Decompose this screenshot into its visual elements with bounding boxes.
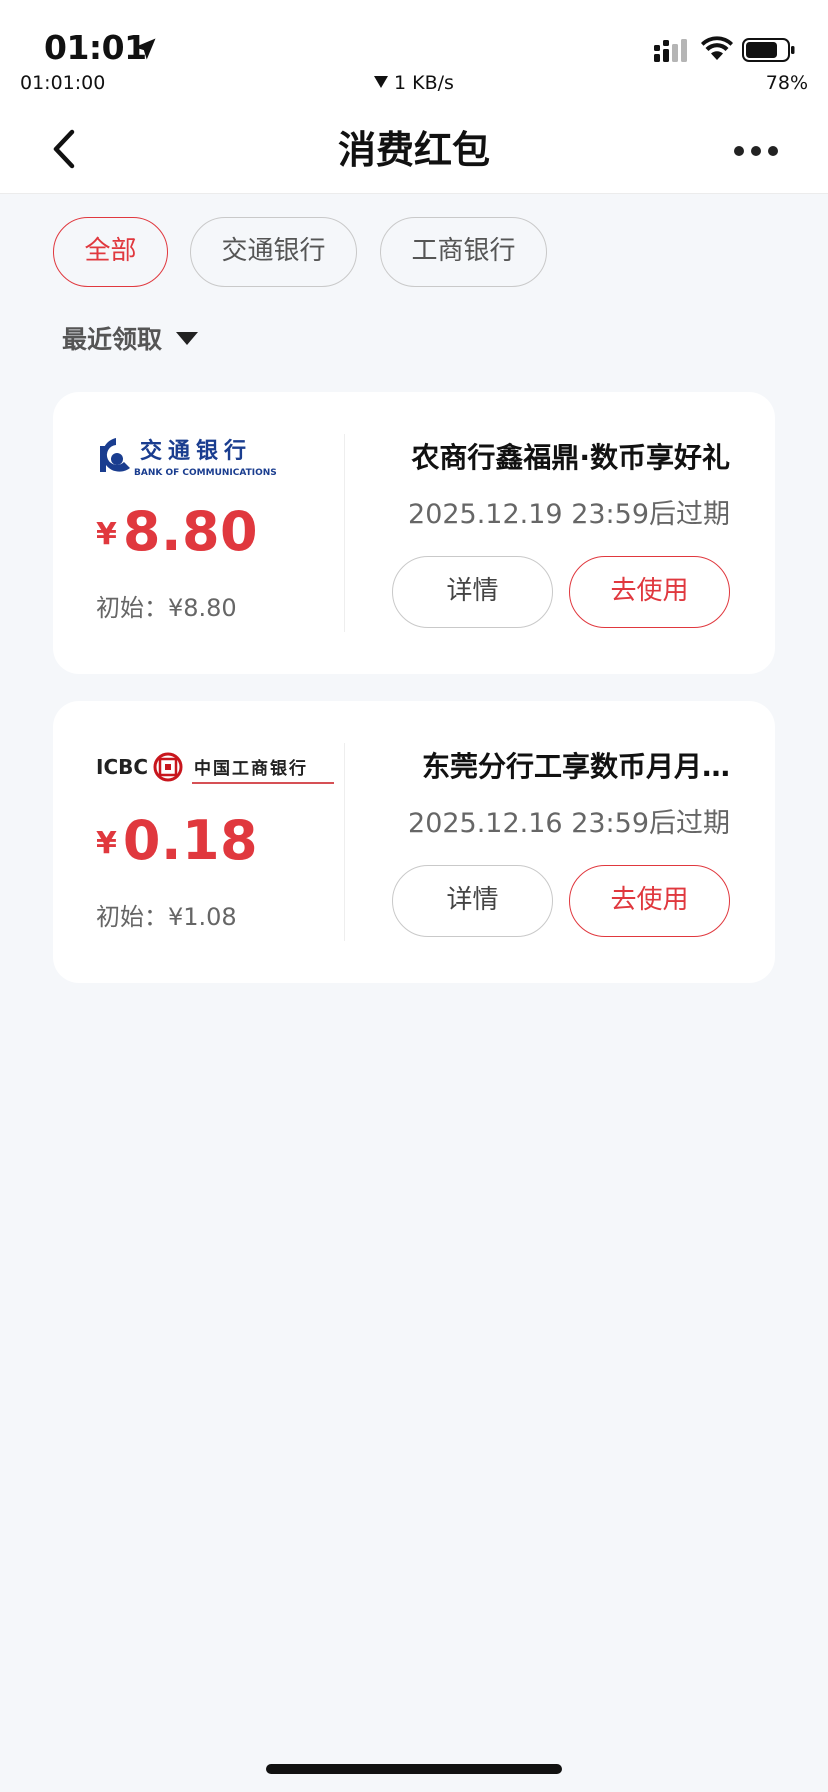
battery-icon (742, 38, 795, 62)
download-arrow-icon (374, 76, 389, 88)
initial-amount: 初始：¥8.80 (96, 594, 237, 622)
status-bar: 01:01 01:01:00 1 KB/s 78% (0, 0, 828, 110)
coupon-amount: ¥0.18 (96, 809, 258, 872)
location-arrow-icon (134, 38, 156, 60)
network-speed: 1 KB/s (0, 72, 828, 94)
coupon-amount-value: 8.80 (122, 500, 259, 563)
coupon-expiry: 2025.12.16 23:59后过期 (408, 808, 730, 839)
filter-chip-all[interactable]: 全部 (53, 217, 168, 287)
wifi-icon (701, 36, 733, 60)
coupon-amount: ¥8.80 (96, 500, 258, 563)
sort-dropdown[interactable]: 最近领取 (62, 320, 199, 360)
sort-label: 最近领取 (62, 325, 163, 354)
use-button[interactable]: 去使用 (569, 865, 730, 937)
coupon-title: 农商行鑫福鼎·数币享好礼 (411, 441, 730, 474)
bocom-logo-cn: 交通银行 (140, 438, 252, 464)
coupon-amount-value: 0.18 (122, 809, 259, 872)
filter-chip-bocom[interactable]: 交通银行 (190, 217, 357, 287)
currency-symbol: ¥ (96, 517, 117, 552)
icbc-logo: ICBC 中国工商银行 (96, 752, 334, 784)
bocom-logo-en: BANK OF COMMUNICATIONS (134, 468, 277, 478)
bank-of-communications-logo: 交通银行 BANK OF COMMUNICATIONS (100, 438, 277, 478)
nav-bar: 消费红包 (0, 110, 828, 194)
cellular-signal-icon (654, 39, 687, 62)
details-button[interactable]: 详情 (392, 556, 553, 628)
coupon-expiry: 2025.12.19 23:59后过期 (408, 499, 730, 530)
initial-amount: 初始：¥1.08 (96, 903, 237, 931)
home-indicator[interactable] (266, 1764, 562, 1774)
more-options-icon[interactable] (732, 138, 780, 162)
details-button[interactable]: 详情 (392, 865, 553, 937)
coupon-card: 交通银行 BANK OF COMMUNICATIONS ¥8.80 初始：¥8.… (53, 392, 775, 674)
dropdown-caret-icon (176, 332, 199, 345)
use-button[interactable]: 去使用 (569, 556, 730, 628)
page-title: 消费红包 (337, 128, 490, 172)
coupon-title: 东莞分行工享数币月月… (421, 750, 730, 783)
coupon-card: ICBC 中国工商银行 ¥0.18 初始：¥1.08 东莞分行工享数币月月… 2… (53, 701, 775, 983)
icbc-logo-en: ICBC (96, 755, 148, 779)
icbc-logo-cn: 中国工商银行 (194, 758, 308, 779)
battery-percent: 78% (765, 72, 808, 94)
card-divider (344, 434, 345, 632)
filter-chip-icbc[interactable]: 工商银行 (380, 217, 547, 287)
card-divider (344, 743, 345, 941)
currency-symbol: ¥ (96, 826, 117, 861)
network-speed-value: 1 KB/s (394, 72, 454, 94)
